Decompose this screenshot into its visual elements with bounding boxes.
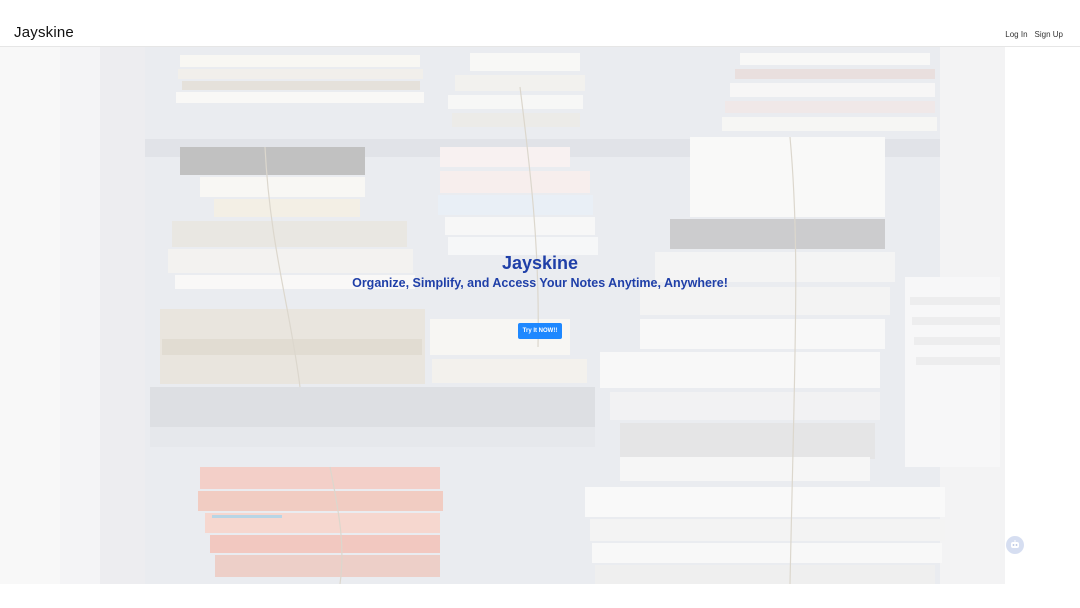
hero-subtitle: Organize, Simplify, and Access Your Note…: [352, 276, 728, 290]
landing-page: Jayskine Log In Sign Up Jayskine Organiz…: [0, 0, 1080, 608]
try-it-now-button[interactable]: Try It NOW!!: [518, 323, 562, 339]
hero-title: Jayskine: [501, 253, 579, 273]
hero-background-image: [0, 47, 1080, 584]
navbar: Jayskine Log In Sign Up: [0, 0, 1080, 47]
hero-section: Jayskine Organize, Simplify, and Access …: [0, 47, 1080, 584]
chat-bot-icon[interactable]: [1006, 536, 1024, 554]
signup-link[interactable]: Sign Up: [1035, 30, 1063, 39]
brand-logo[interactable]: Jayskine: [14, 24, 74, 41]
login-link[interactable]: Log In: [1005, 30, 1027, 39]
page-footer-space: [0, 584, 1080, 608]
nav-links: Log In Sign Up: [1005, 30, 1063, 39]
